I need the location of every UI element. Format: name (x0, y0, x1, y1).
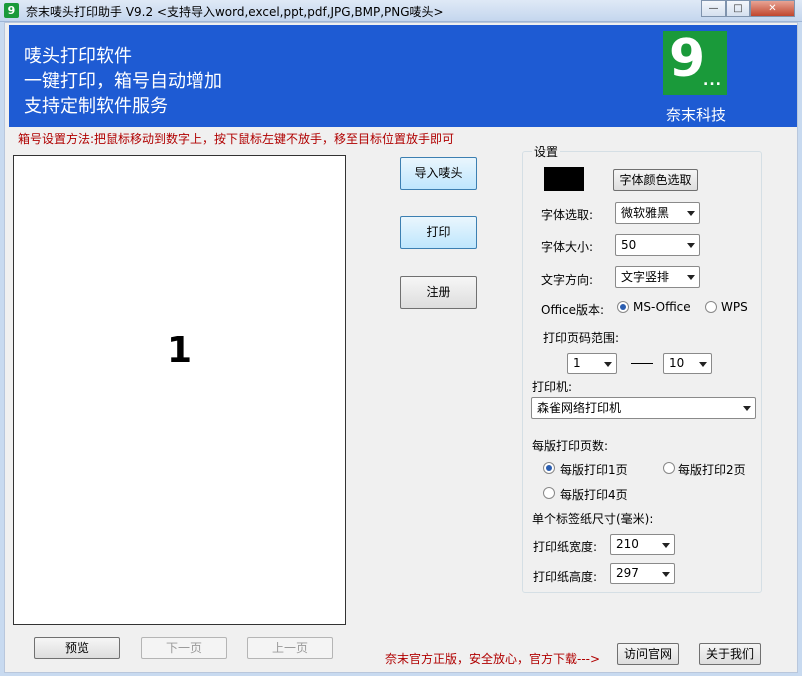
settings-title: 设置 (532, 143, 561, 160)
chevron-down-icon (743, 406, 751, 411)
chevron-down-icon (687, 211, 695, 216)
per-sheet-label: 每版打印页数: (532, 439, 609, 453)
chevron-down-icon (662, 571, 670, 577)
next-page-button[interactable]: 下一页 (141, 637, 227, 659)
import-button[interactable]: 导入唛头 (400, 157, 477, 190)
banner-line-3: 支持定制软件服务 (24, 96, 168, 117)
printer-select-value: 森雀网络打印机 (537, 401, 622, 415)
page-from-value: 1 (573, 356, 581, 370)
per-sheet-radio-4[interactable] (543, 487, 555, 499)
font-color-swatch (544, 167, 584, 191)
page-to-select[interactable]: 10 (663, 353, 712, 374)
office-radio-ms[interactable] (617, 301, 629, 313)
preview-button[interactable]: 预览 (34, 637, 120, 659)
visit-site-button[interactable]: 访问官网 (617, 643, 679, 665)
page-range-label: 打印页码范围: (543, 331, 620, 345)
height-select-value: 297 (616, 566, 639, 580)
label-size-label: 单个标签纸尺寸(毫米): (532, 512, 654, 526)
office-option-ms[interactable]: MS-Office (633, 300, 691, 314)
company-logo: 9 ... (663, 29, 727, 95)
office-radio-wps[interactable] (705, 301, 717, 313)
printer-select[interactable]: 森雀网络打印机 (531, 397, 756, 419)
office-option-wps[interactable]: WPS (721, 300, 748, 314)
banner-line-1: 唛头打印软件 (24, 46, 132, 67)
page-from-select[interactable]: 1 (567, 353, 617, 374)
logo-glyph: 9 (669, 29, 706, 89)
register-button[interactable]: 注册 (400, 276, 477, 309)
width-select-value: 210 (616, 537, 639, 551)
width-label: 打印纸宽度: (533, 540, 598, 554)
app-icon: 9 (4, 3, 19, 18)
font-color-button[interactable]: 字体颜色选取 (613, 169, 698, 191)
prev-page-button[interactable]: 上一页 (247, 637, 333, 659)
width-select[interactable]: 210 (610, 534, 675, 555)
chevron-down-icon (662, 542, 670, 548)
font-select-value: 微软雅黑 (621, 206, 670, 220)
window-title: 奈末唛头打印助手 V9.2 <支持导入word,excel,ppt,pdf,JP… (26, 5, 444, 19)
per-sheet-option-4[interactable]: 每版打印4页 (560, 486, 628, 503)
direction-select[interactable]: 文字竖排 (615, 266, 700, 288)
range-separator (631, 363, 653, 364)
box-number-hint: 箱号设置方法:把鼠标移动到数字上，按下鼠标左键不放手，移至目标位置放手即可 (18, 132, 455, 146)
size-label: 字体大小: (541, 240, 594, 254)
minimize-button[interactable]: — (701, 0, 726, 17)
direction-label: 文字方向: (541, 273, 594, 287)
size-select-value: 50 (621, 238, 637, 252)
banner-line-2: 一键打印，箱号自动增加 (24, 71, 222, 92)
direction-select-value: 文字竖排 (621, 270, 670, 284)
page-to-value: 10 (669, 356, 685, 370)
label-preview[interactable]: 1 (13, 155, 346, 625)
company-name: 奈末科技 (665, 106, 726, 124)
font-select[interactable]: 微软雅黑 (615, 202, 700, 224)
height-label: 打印纸高度: (533, 570, 598, 584)
size-select[interactable]: 50 (615, 234, 700, 256)
per-sheet-radio-1[interactable] (543, 462, 555, 474)
box-number[interactable]: 1 (14, 330, 345, 371)
chevron-down-icon (687, 243, 695, 248)
per-sheet-option-2[interactable]: 每版打印2页 (678, 461, 746, 478)
official-notice: 奈末官方正版，安全放心，官方下载---> (385, 652, 601, 666)
chevron-down-icon (699, 361, 707, 367)
close-button[interactable]: ✕ (750, 0, 795, 17)
height-select[interactable]: 297 (610, 563, 675, 584)
office-label: Office版本: (541, 303, 605, 317)
print-button[interactable]: 打印 (400, 216, 477, 249)
per-sheet-option-1[interactable]: 每版打印1页 (560, 461, 628, 478)
maximize-button[interactable]: □ (726, 0, 750, 17)
font-label: 字体选取: (541, 208, 594, 222)
chevron-down-icon (604, 361, 612, 367)
printer-label: 打印机: (532, 380, 573, 394)
per-sheet-radio-2[interactable] (663, 462, 675, 474)
about-button[interactable]: 关于我们 (699, 643, 761, 665)
logo-dots: ... (703, 73, 722, 89)
chevron-down-icon (687, 275, 695, 280)
